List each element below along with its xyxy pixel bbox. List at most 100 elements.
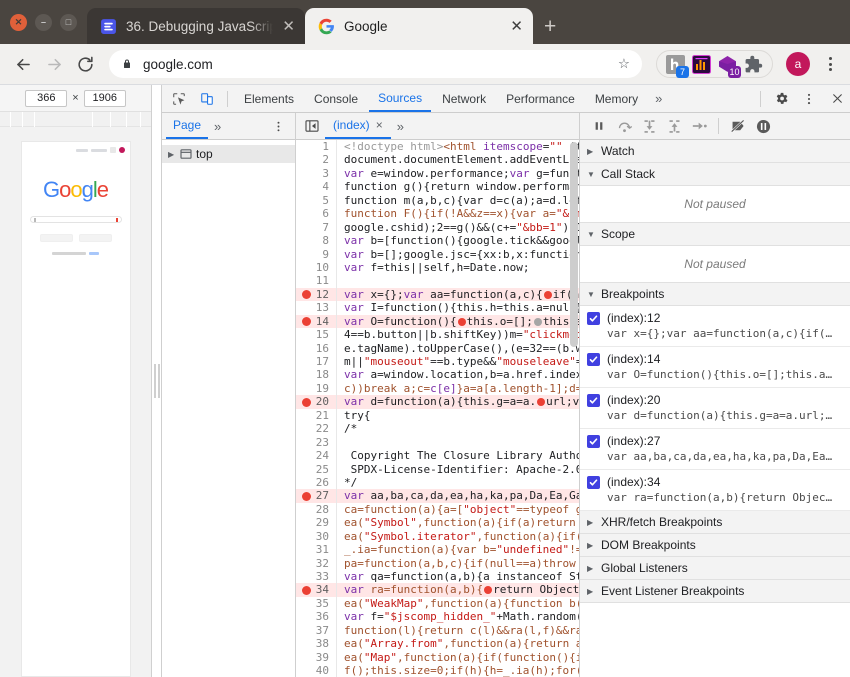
breakpoint-marker[interactable] [302, 290, 311, 299]
line-number[interactable]: 40 [296, 664, 336, 677]
footer-link[interactable] [89, 252, 99, 255]
colorzilla-extension-icon[interactable] [692, 55, 711, 74]
breakpoint-marker[interactable] [302, 492, 311, 501]
line-number[interactable]: 5 [296, 194, 336, 207]
breakpoint-list-item[interactable]: (index):27var aa,ba,ca,da,ea,ha,ka,pa,Da… [580, 429, 850, 470]
code-line[interactable]: 7google.cshid);2==g()&&(c+="&bb=1");1= [296, 221, 579, 234]
line-number[interactable]: 24 [296, 449, 336, 462]
section-breakpoints[interactable]: ▼Breakpoints [580, 283, 850, 306]
line-number[interactable]: 15 [296, 328, 336, 341]
code-line[interactable]: 18var a=window.location,b=a.href.indexO [296, 368, 579, 381]
code-line[interactable]: 13var I=function(){this.h=this.a=null}, [296, 301, 579, 314]
line-number[interactable]: 9 [296, 248, 336, 261]
back-button[interactable] [9, 50, 37, 78]
code-line[interactable]: 12var x={};var aa=function(a,c){if(nu [296, 288, 579, 301]
device-height-input[interactable]: 1906 [84, 90, 126, 107]
line-number[interactable]: 12 [296, 288, 336, 301]
code-line[interactable]: 5function m(a,b,c){var d=c(a);a=d.left [296, 194, 579, 207]
code-line[interactable]: 8var b=[function(){google.tick&&google [296, 234, 579, 247]
tree-item-top[interactable]: ▶ top [162, 145, 295, 163]
code-line[interactable]: 17m||"mouseout"==b.type&&"mouseleave"== [296, 355, 579, 368]
emulated-page[interactable]: Google [21, 141, 131, 677]
device-toolbar-icon[interactable] [194, 87, 220, 111]
breakpoint-marker[interactable] [302, 317, 311, 326]
line-number[interactable]: 29 [296, 516, 336, 529]
breakpoint-list-item[interactable]: (index):12var x={};var aa=function(a,c){… [580, 306, 850, 347]
line-number[interactable]: 7 [296, 221, 336, 234]
section-dom-breakpoints[interactable]: ▶DOM Breakpoints [580, 534, 850, 557]
line-number[interactable]: 1 [296, 140, 336, 153]
breakpoint-marker[interactable] [302, 586, 311, 595]
line-number[interactable]: 26 [296, 476, 336, 489]
tab-network[interactable]: Network [433, 85, 495, 112]
google-search-button[interactable] [40, 234, 73, 242]
reload-button[interactable] [71, 50, 99, 78]
editor-tab-close-button[interactable]: × [376, 118, 383, 132]
step-button[interactable] [688, 115, 710, 137]
tab-elements[interactable]: Elements [235, 85, 303, 112]
code-line[interactable]: 154==b.button||b.shiftKey))m="clickmod" [296, 328, 579, 341]
line-number[interactable]: 28 [296, 503, 336, 516]
devtools-close-icon[interactable] [824, 87, 850, 111]
line-number[interactable]: 18 [296, 368, 336, 381]
device-width-input[interactable]: 366 [25, 90, 67, 107]
tab-performance[interactable]: Performance [497, 85, 584, 112]
address-bar[interactable]: google.com ☆ [109, 50, 642, 78]
code-line[interactable]: 32pa=function(a,b,c){if(null==a)throw n [296, 557, 579, 570]
scrollbar-thumb[interactable] [570, 142, 578, 347]
code-line[interactable]: 1<!doctype html><html itemscope="" ite [296, 140, 579, 153]
inline-breakpoint-marker[interactable] [484, 586, 492, 594]
code-line[interactable]: 24 Copyright The Closure Library Author [296, 449, 579, 462]
code-line[interactable]: 31_.ia=function(a){var b="undefined"!=t [296, 543, 579, 556]
code-line[interactable]: 3var e=window.performance;var g=functi [296, 167, 579, 180]
section-watch[interactable]: ▶Watch [580, 140, 850, 163]
deactivate-breakpoints-button[interactable] [727, 115, 749, 137]
inspect-element-icon[interactable] [166, 87, 192, 111]
line-number[interactable]: 3 [296, 167, 336, 180]
window-minimize-button[interactable]: – [35, 14, 52, 31]
code-line[interactable]: 28ca=function(a){a=["object"==typeof gl [296, 503, 579, 516]
line-number[interactable]: 32 [296, 557, 336, 570]
google-search-box[interactable] [30, 216, 122, 223]
code-line[interactable]: 38ea("Array.from",function(a){return a? [296, 637, 579, 650]
panel-splitter[interactable] [152, 85, 161, 677]
section-event-listener-breakpoints[interactable]: ▶Event Listener Breakpoints [580, 580, 850, 603]
tab-sources[interactable]: Sources [369, 85, 431, 112]
code-line[interactable]: 2document.documentElement.addEventList [296, 153, 579, 166]
profile-avatar[interactable]: a [786, 52, 810, 76]
breakpoint-checkbox[interactable] [587, 312, 600, 325]
breakpoint-checkbox[interactable] [587, 394, 600, 407]
line-number[interactable]: 36 [296, 610, 336, 623]
line-number[interactable]: 34 [296, 583, 336, 596]
line-number[interactable]: 27 [296, 489, 336, 502]
inline-breakpoint-marker[interactable] [458, 318, 466, 326]
inline-breakpoint-disabled-marker[interactable] [534, 318, 542, 326]
code-line[interactable]: 26*/ [296, 476, 579, 489]
editor-tabs-overflow-button[interactable]: » [391, 119, 410, 134]
breakpoint-list-item[interactable]: (index):20var d=function(a){this.g=a=a.u… [580, 388, 850, 429]
code-line[interactable]: 25 SPDX-License-Identifier: Apache-2.0 [296, 463, 579, 476]
code-line[interactable]: 29ea("Symbol",function(a){if(a)return a [296, 516, 579, 529]
code-line[interactable]: 6function F(){if(!A&&z==x){var a="&ima [296, 207, 579, 220]
lucky-button[interactable] [79, 234, 112, 242]
inline-breakpoint-marker[interactable] [537, 398, 545, 406]
editor-vertical-scrollbar[interactable] [570, 142, 578, 347]
line-number[interactable]: 33 [296, 570, 336, 583]
line-number[interactable]: 4 [296, 180, 336, 193]
step-out-button[interactable] [663, 115, 685, 137]
breakpoint-list-item[interactable]: (index):34var ra=function(a,b){return Ob… [580, 470, 850, 511]
code-line[interactable]: 35ea("WeakMap",function(a){function b() [296, 597, 579, 610]
line-number[interactable]: 38 [296, 637, 336, 650]
line-number[interactable]: 39 [296, 651, 336, 664]
section-global-listeners[interactable]: ▶Global Listeners [580, 557, 850, 580]
line-number[interactable]: 20 [296, 395, 336, 408]
code-line[interactable]: 22/* [296, 422, 579, 435]
code-line[interactable]: 30ea("Symbol.iterator",function(a){if(a [296, 530, 579, 543]
tab-memory[interactable]: Memory [586, 85, 647, 112]
show-navigator-icon[interactable] [299, 114, 325, 138]
breakpoint-list-item[interactable]: (index):14var O=function(){this.o=[];thi… [580, 347, 850, 388]
tab-close-button[interactable]: ✕ [282, 19, 295, 34]
line-number[interactable]: 8 [296, 234, 336, 247]
clipper-extension-icon[interactable]: 10 [718, 55, 737, 74]
line-number[interactable]: 14 [296, 315, 336, 328]
